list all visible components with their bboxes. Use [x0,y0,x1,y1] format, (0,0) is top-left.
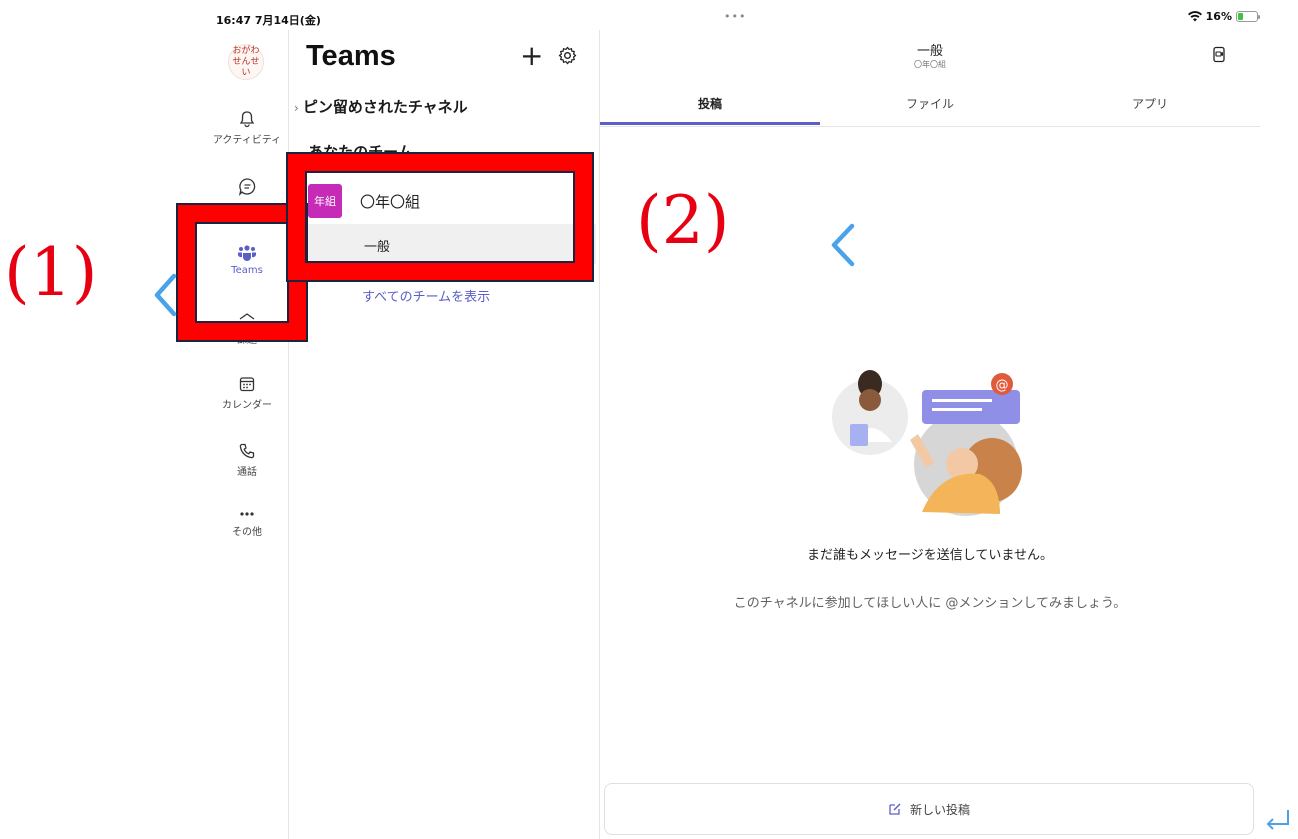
rail-item-more[interactable]: その他 [205,508,289,538]
avatar[interactable]: おがわ せんせい [228,44,264,80]
app-rail: おがわ せんせい アクティビティ Teams 課題 カレンダー 通話 その他 [205,30,289,839]
page-title: Teams [306,40,396,72]
highlight-box-2 [286,152,594,282]
rail-label: カレンダー [222,400,272,411]
highlight-box-1 [176,203,308,342]
settings-button[interactable] [558,46,577,69]
annotation-label-2: (2) [636,182,730,259]
new-post-button[interactable]: 新しい投稿 [604,783,1254,835]
new-post-label: 新しい投稿 [909,802,970,817]
annotation-label-1: (1) [4,234,98,311]
teams-list-pane: Teams + › ピン留めされたチャネル ⌄ あなたのチーム 年組 〇年〇組 一般… [290,30,600,839]
rail-item-activity[interactable]: アクティビティ [205,110,289,146]
tab-divider [600,126,1260,127]
arrow-left-icon [154,273,177,317]
tab-posts[interactable]: 投稿 [600,95,820,112]
arrow-left-icon [831,223,855,267]
rail-item-calls[interactable]: 通話 [205,442,289,478]
tab-files[interactable]: ファイル [820,95,1040,112]
add-team-button[interactable]: + [520,42,543,70]
empty-state-hint: このチャネルに参加してほしい人に @メンションしてみましょう。 [733,596,1127,611]
rail-label: アクティビティ [212,135,282,146]
channel-team-name: 〇年〇組 [914,60,946,69]
channel-title: 一般 [916,44,943,59]
rail-label: 通話 [237,467,257,478]
video-call-icon [1213,46,1225,63]
rail-item-chat[interactable] [205,177,289,199]
rail-label: その他 [232,527,262,538]
rail-item-calendar[interactable]: カレンダー [205,375,289,411]
channel-pane: 一般 〇年〇組 投稿 ファイル アプリ @ まだ誰もメッセージを送信していません… [600,30,1260,839]
status-indicators: 16% [1187,10,1260,23]
bell-icon [239,111,255,128]
battery-icon [1236,11,1260,22]
phone-icon [239,443,255,459]
chat-icon [238,178,255,196]
wifi-icon [1187,11,1202,22]
show-all-teams-link[interactable]: すべてのチームを表示 [362,286,490,305]
gear-icon [558,46,577,65]
compose-icon [889,803,901,815]
meet-button[interactable] [1212,46,1228,68]
chevron-right-icon: › [294,101,299,115]
section-label: ピン留めされたチャネル [302,98,468,116]
calendar-icon [239,377,255,392]
return-arrow-icon [1266,810,1289,830]
battery-percent: 16% [1205,10,1232,23]
pinned-channels-section[interactable]: › ピン留めされたチャネル [294,96,468,117]
more-icon [240,512,254,516]
status-time: 16:47 7月14日(金) [216,14,321,27]
svg-text:@: @ [996,378,1009,393]
active-tab-indicator [600,122,820,125]
tab-apps[interactable]: アプリ [1040,95,1260,112]
empty-state-title: まだ誰もメッセージを送信していません。 [807,548,1053,563]
empty-state-illustration: @ [832,370,1022,516]
multitasking-dots[interactable]: ••• [724,10,746,23]
